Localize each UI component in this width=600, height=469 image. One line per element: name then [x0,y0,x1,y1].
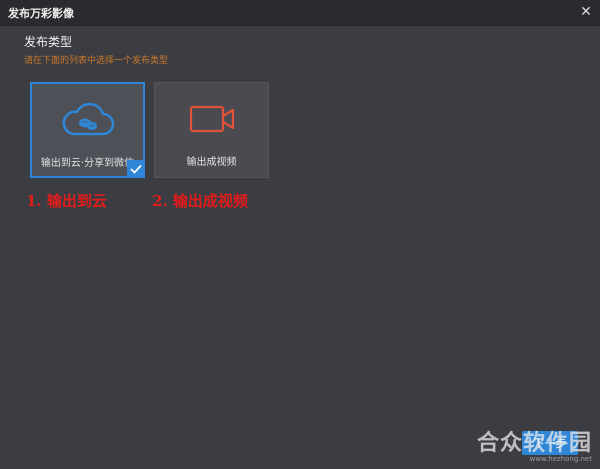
watermark-url: www.hezhong.net [529,455,593,463]
checkmark-icon [127,160,145,178]
window-title: 发布万彩影像 [8,6,74,20]
next-button[interactable]: 下一步 [522,431,578,455]
option-card-video[interactable]: 输出成视频 [154,82,269,178]
section-title: 发布类型 [24,35,73,49]
annotation-2: 2. 输出成视频 [152,192,248,210]
close-icon[interactable]: ✕ [578,4,594,20]
option-label-video: 输出成视频 [186,157,237,168]
option-card-cloud[interactable]: 输出到云·分享到微信 [30,82,145,178]
section-hint: 请在下面的列表中选择一个发布类型 [24,56,169,66]
title-bar: 发布万彩影像 ✕ [0,0,600,26]
video-camera-icon [155,99,268,139]
cloud-wechat-icon [32,100,143,140]
annotation-1: 1. 输出到云 [26,192,107,210]
